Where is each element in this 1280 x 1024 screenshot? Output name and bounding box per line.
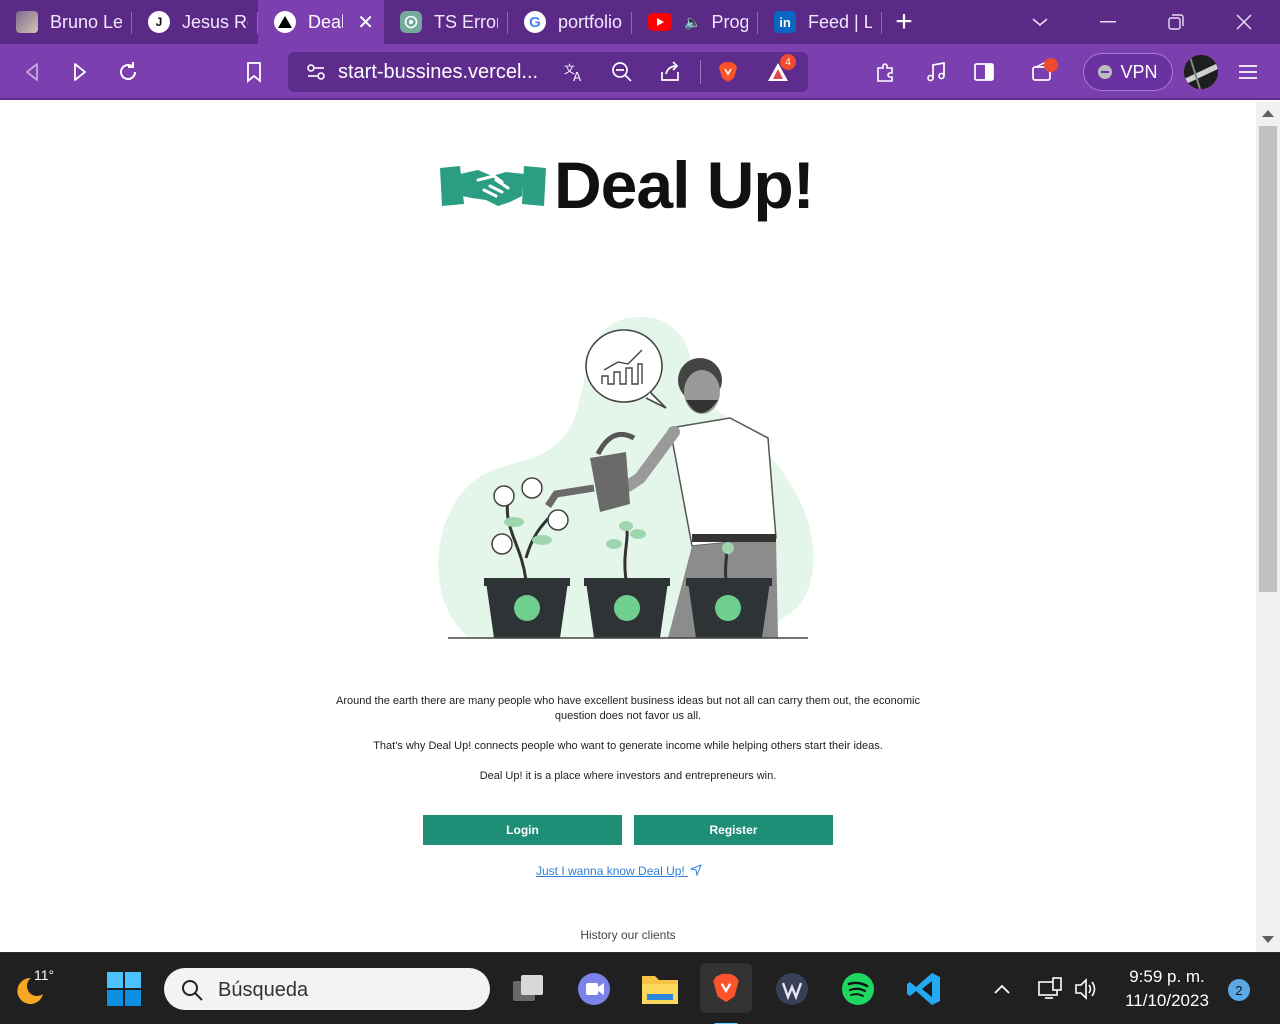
tab-label: Jesus Re xyxy=(182,11,248,32)
history-clients-heading: History our clients xyxy=(580,928,676,942)
new-tab-button[interactable]: + xyxy=(882,0,926,44)
notification-badge[interactable]: 2 xyxy=(1228,979,1250,1001)
tab-search-chevron-icon[interactable] xyxy=(1006,0,1074,44)
zoom-out-icon[interactable] xyxy=(606,56,638,88)
address-bar[interactable]: start-bussines.vercel... 文A 4 xyxy=(288,52,808,92)
start-button[interactable] xyxy=(104,969,144,1009)
logo-text: Deal Up! xyxy=(554,148,815,222)
site-settings-icon[interactable] xyxy=(300,56,332,88)
send-arrow-icon xyxy=(689,864,702,877)
tab-progr[interactable]: 🔈 Progr xyxy=(632,0,758,44)
bookmark-icon[interactable] xyxy=(238,56,270,88)
tab-bruno[interactable]: Bruno Le xyxy=(0,0,132,44)
profile-avatar[interactable] xyxy=(1184,55,1218,89)
windows-logo-icon xyxy=(107,972,141,1006)
translate-icon[interactable]: 文A xyxy=(558,56,590,88)
sidebar-toggle-icon[interactable] xyxy=(968,56,1000,88)
tab-ts-error[interactable]: TS Error: xyxy=(384,0,508,44)
tab-label: portfolio xyxy=(558,11,622,32)
tab-deal-up[interactable]: Deal ✕ xyxy=(258,0,384,44)
tab-label: TS Error: xyxy=(434,11,498,32)
vpn-label: VPN xyxy=(1120,61,1158,82)
taskbar-search[interactable]: Búsqueda xyxy=(164,968,490,1010)
brand-logo[interactable]: Deal Up! xyxy=(440,148,815,222)
wallet-icon[interactable] xyxy=(1026,56,1058,88)
brave-rewards-icon[interactable]: 4 xyxy=(762,54,796,88)
clock-time: 9:59 p. m. xyxy=(1129,967,1205,986)
svg-text:A: A xyxy=(573,70,582,84)
temperature-label: 11° xyxy=(34,967,55,983)
restore-button[interactable] xyxy=(1142,0,1210,44)
tab-label: Bruno Le xyxy=(50,11,122,32)
media-music-icon[interactable] xyxy=(920,56,952,88)
tab-label: Deal xyxy=(308,11,344,32)
register-button[interactable]: Register xyxy=(634,815,833,845)
chatgpt-icon xyxy=(400,11,422,33)
intro-paragraph-3: Deal Up! it is a place where investors a… xyxy=(479,770,777,782)
close-window-button[interactable] xyxy=(1210,0,1278,44)
brave-taskbar-icon[interactable] xyxy=(700,963,752,1024)
google-icon: G xyxy=(524,11,546,33)
tab-jesus[interactable]: J Jesus Re xyxy=(132,0,258,44)
url-text[interactable]: start-bussines.vercel... xyxy=(338,61,538,84)
avatar-photo-icon xyxy=(16,11,38,33)
share-icon[interactable] xyxy=(654,56,686,88)
tab-linkedin[interactable]: in Feed | Lin xyxy=(758,0,882,44)
login-button[interactable]: Login xyxy=(423,815,622,845)
menu-hamburger-icon[interactable] xyxy=(1232,56,1264,88)
show-hidden-icons-chevron-icon[interactable] xyxy=(982,969,1022,1009)
know-link-label: Just I wanna know Deal Up! xyxy=(536,864,685,878)
app-icon-w[interactable] xyxy=(772,969,812,1009)
reload-button[interactable] xyxy=(112,56,144,88)
spotify-icon[interactable] xyxy=(838,969,878,1009)
linkedin-icon: in xyxy=(774,11,796,33)
know-deal-up-link[interactable]: Just I wanna know Deal Up! xyxy=(536,864,702,878)
vpn-status-icon xyxy=(1098,65,1113,79)
extensions-puzzle-icon[interactable] xyxy=(870,56,902,88)
back-button[interactable] xyxy=(16,56,48,88)
wallet-notification-dot xyxy=(1044,58,1058,72)
browser-toolbar: start-bussines.vercel... 文A 4 VPN xyxy=(0,44,1280,100)
task-view-icon[interactable] xyxy=(508,969,548,1009)
minimize-button[interactable] xyxy=(1074,0,1142,44)
scrollbar-thumb[interactable] xyxy=(1259,126,1277,592)
j-letter-icon: J xyxy=(148,11,170,33)
close-tab-icon[interactable]: ✕ xyxy=(357,10,374,35)
windows-taskbar: 11° Búsqueda 9:59 p. m. 11/10/2023 2 xyxy=(0,952,1280,1024)
youtube-icon xyxy=(648,13,672,31)
tab-label: Feed | Lin xyxy=(808,11,872,32)
tab-label: Progr xyxy=(711,11,748,32)
clock-date: 11/10/2023 xyxy=(1125,991,1209,1010)
file-explorer-icon[interactable] xyxy=(640,969,680,1009)
search-icon xyxy=(182,980,203,1001)
volume-icon[interactable] xyxy=(1066,969,1106,1009)
hero-illustration xyxy=(438,316,814,640)
scroll-up-arrow-icon[interactable] xyxy=(1262,110,1274,117)
system-clock[interactable]: 9:59 p. m. 11/10/2023 xyxy=(1112,965,1222,1013)
vscode-icon[interactable] xyxy=(904,969,944,1009)
page-viewport: Deal Up! Around the earth there are many… xyxy=(0,102,1256,952)
teams-chat-icon[interactable] xyxy=(574,969,614,1009)
vpn-button[interactable]: VPN xyxy=(1083,53,1173,91)
speaker-icon[interactable]: 🔈 xyxy=(684,14,701,31)
intro-paragraph-1: Around the earth there are many people w… xyxy=(336,695,920,722)
browser-tab-strip: Bruno Le J Jesus Re Deal ✕ TS Error: G p… xyxy=(0,0,1280,44)
rewards-badge: 4 xyxy=(780,54,796,70)
forward-button[interactable] xyxy=(64,56,96,88)
triangle-icon xyxy=(274,11,296,33)
intro-text: Around the earth there are many people w… xyxy=(318,694,938,799)
scroll-down-arrow-icon[interactable] xyxy=(1262,936,1274,943)
network-icon[interactable] xyxy=(1030,969,1070,1009)
tab-portfolio[interactable]: G portfolio xyxy=(508,0,632,44)
brave-shields-icon[interactable] xyxy=(712,56,744,88)
intro-paragraph-2: That's why Deal Up! connects people who … xyxy=(373,740,883,752)
search-placeholder: Búsqueda xyxy=(218,979,309,1001)
handshake-icon xyxy=(440,166,546,206)
page-scrollbar[interactable] xyxy=(1256,102,1280,952)
